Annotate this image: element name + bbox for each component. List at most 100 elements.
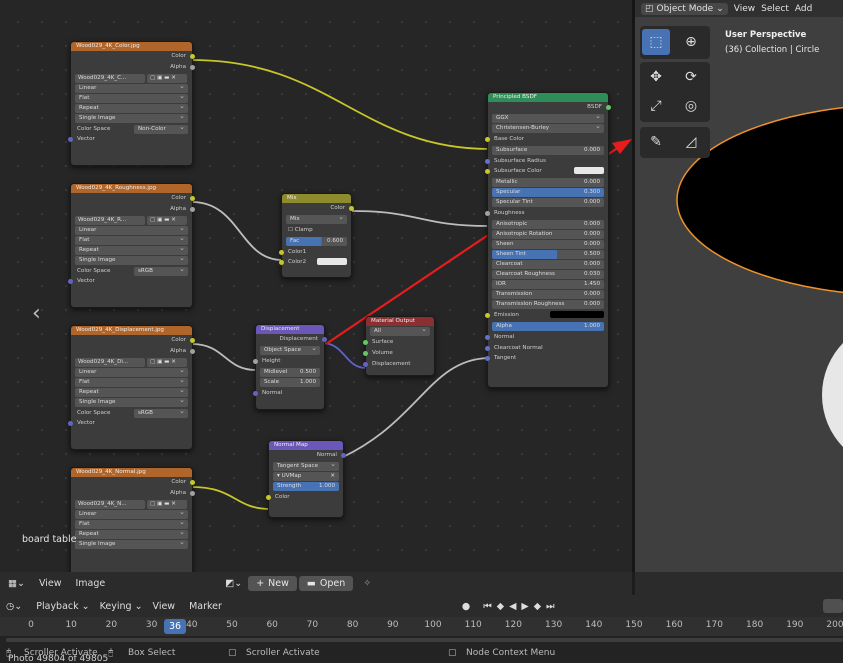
bsdf-input-tangent[interactable]: Tangent xyxy=(485,353,608,364)
color-space-row[interactable]: Color Space Non-Color xyxy=(71,124,192,135)
socket[interactable] xyxy=(190,338,195,343)
bsdf-input-normal[interactable]: Normal xyxy=(485,332,608,343)
new-image-button[interactable]: + New xyxy=(248,576,297,591)
select-box-tool-icon[interactable]: ⬚ xyxy=(642,29,670,55)
image-selector[interactable]: Wood029_4K_C... ▢ ▣ ▬ ✕ xyxy=(75,73,188,83)
menu-marker[interactable]: Marker xyxy=(189,601,222,612)
source-dropdown[interactable]: Single Image xyxy=(75,255,188,265)
node-editor[interactable]: Wood029_4K_Color.jpg Color Alpha Wood029… xyxy=(0,0,632,572)
image-texture-node-color[interactable]: Wood029_4K_Color.jpg Color Alpha Wood029… xyxy=(68,41,195,166)
menu-view[interactable]: View xyxy=(39,578,62,589)
socket[interactable] xyxy=(363,340,368,345)
mix-node[interactable]: Mix Color Mix ☐ Clamp Fac0.600 Color1 Co… xyxy=(279,193,354,278)
socket[interactable] xyxy=(279,260,284,266)
menu-view[interactable]: View xyxy=(153,601,176,612)
chevron-left-icon[interactable]: ‹ xyxy=(32,301,41,326)
socket[interactable] xyxy=(253,390,258,396)
color-space-row[interactable]: Color Space sRGB xyxy=(71,266,192,277)
bsdf-input-sheen[interactable]: Sheen 0.000 xyxy=(492,239,604,249)
timeline-scrollbar[interactable] xyxy=(6,638,843,642)
strength-field[interactable]: Strength 1.000 xyxy=(273,481,339,491)
source-dropdown[interactable]: Single Image xyxy=(75,113,188,123)
timeline-editor-icon[interactable]: ◷⌄ xyxy=(6,601,22,612)
playback-controls[interactable]: ● ⏮◆◀▶◆⏭ xyxy=(462,601,560,612)
socket[interactable] xyxy=(190,64,195,70)
extension-dropdown[interactable]: Repeat xyxy=(75,387,188,397)
distribution-dropdown[interactable]: GGX xyxy=(492,113,604,123)
interpolation-dropdown[interactable]: Linear xyxy=(75,367,188,377)
projection-dropdown[interactable]: Flat xyxy=(75,519,188,529)
bsdf-input-ior[interactable]: IOR 1.450 xyxy=(492,279,604,289)
socket[interactable] xyxy=(485,345,490,351)
socket[interactable] xyxy=(279,249,284,255)
fac-slider[interactable]: Fac 0.600 xyxy=(286,236,347,246)
bsdf-input-roughness[interactable]: Roughness xyxy=(485,208,608,219)
extension-dropdown[interactable]: Repeat xyxy=(75,529,188,539)
frame-field[interactable] xyxy=(823,599,843,613)
socket[interactable] xyxy=(322,337,327,342)
color-swatch[interactable] xyxy=(574,167,604,175)
interpolation-dropdown[interactable]: Linear xyxy=(75,225,188,235)
menu-view[interactable]: View xyxy=(734,4,755,14)
socket[interactable] xyxy=(190,490,195,496)
socket[interactable] xyxy=(485,312,490,318)
bsdf-input-subsurface-color[interactable]: Subsurface Color xyxy=(485,166,608,177)
socket[interactable] xyxy=(485,211,490,217)
image-browse-icon[interactable]: ◩⌄ xyxy=(225,578,242,589)
projection-dropdown[interactable]: Flat xyxy=(75,235,188,245)
projection-dropdown[interactable]: Flat xyxy=(75,93,188,103)
material-output-node[interactable]: Material Output All Surface Volume Displ… xyxy=(363,316,435,376)
menu-keying[interactable]: Keying ⌄ xyxy=(100,601,143,612)
normal-map-node[interactable]: Normal Map Normal Tangent Space ▾ UVMap✕… xyxy=(266,440,346,518)
principled-bsdf-node[interactable]: Principled BSDF BSDF GGX Christensen-Bur… xyxy=(485,92,611,388)
bsdf-input-emission[interactable]: Emission xyxy=(485,310,608,321)
bsdf-input-transmission[interactable]: Transmission 0.000 xyxy=(492,289,604,299)
bsdf-input-specular-tint[interactable]: Specular Tint 0.000 xyxy=(492,198,604,208)
extension-dropdown[interactable]: Repeat xyxy=(75,103,188,113)
scale-field[interactable]: Scale 1.000 xyxy=(260,377,320,387)
menu-select[interactable]: Select xyxy=(761,4,789,14)
rotate-tool-icon[interactable]: ⟳ xyxy=(677,64,705,90)
uv-map-field[interactable]: ▾ UVMap ✕ xyxy=(273,471,339,481)
bsdf-input-subsurface[interactable]: Subsurface 0.000 xyxy=(492,145,604,155)
bsdf-input-anisotropic[interactable]: Anisotropic 0.000 xyxy=(492,219,604,229)
source-dropdown[interactable]: Single Image xyxy=(75,397,188,407)
bsdf-input-alpha[interactable]: Alpha 1.000 xyxy=(492,321,604,331)
transform-tool-icon[interactable]: ◎ xyxy=(677,93,705,119)
socket[interactable] xyxy=(363,361,368,367)
subsurface-method-dropdown[interactable]: Christensen-Burley xyxy=(492,123,604,133)
extension-dropdown[interactable]: Repeat xyxy=(75,245,188,255)
bsdf-input-subsurface-radius[interactable]: Subsurface Radius xyxy=(485,156,608,167)
space-dropdown[interactable]: Tangent Space xyxy=(273,461,339,471)
socket[interactable] xyxy=(606,105,611,110)
mode-dropdown[interactable]: ◰ Object Mode ⌄ xyxy=(641,2,728,15)
midlevel-field[interactable]: Midlevel 0.500 xyxy=(260,367,320,377)
socket[interactable] xyxy=(253,358,258,364)
image-selector[interactable]: Wood029_4K_Di... ▢ ▣ ▬ ✕ xyxy=(75,357,188,367)
measure-tool-icon[interactable]: ◿ xyxy=(677,129,705,155)
socket[interactable] xyxy=(190,196,195,201)
socket[interactable] xyxy=(190,480,195,485)
socket[interactable] xyxy=(363,350,368,356)
socket[interactable] xyxy=(190,206,195,212)
bsdf-input-clearcoat[interactable]: Clearcoat 0.000 xyxy=(492,259,604,269)
menu-playback[interactable]: Playback ⌄ xyxy=(36,601,89,612)
socket[interactable] xyxy=(485,356,490,362)
socket[interactable] xyxy=(485,136,490,142)
socket[interactable] xyxy=(68,279,73,285)
cursor-tool-icon[interactable]: ⊕ xyxy=(677,29,705,55)
bsdf-input-metallic[interactable]: Metallic 0.000 xyxy=(492,178,604,188)
timeline-ruler[interactable]: 0 10 20 30 40 50 60 70 80 90 100 110 120 130 140 150 160… xyxy=(0,617,843,636)
editor-type-icon[interactable]: ▦⌄ xyxy=(8,578,25,589)
bsdf-input-anisotropic-rotation[interactable]: Anisotropic Rotation 0.000 xyxy=(492,229,604,239)
current-frame-indicator[interactable]: 36 xyxy=(164,619,186,634)
clamp-checkbox[interactable]: ☐ Clamp xyxy=(282,225,351,236)
blend-type-dropdown[interactable]: Mix xyxy=(286,214,347,224)
color-space-row[interactable]: Color Space sRGB xyxy=(71,408,192,419)
interpolation-dropdown[interactable]: Linear xyxy=(75,509,188,519)
move-tool-icon[interactable]: ✥ xyxy=(642,64,670,90)
socket[interactable] xyxy=(349,206,354,211)
source-dropdown[interactable]: Single Image xyxy=(75,539,188,549)
menu-image[interactable]: Image xyxy=(75,578,105,589)
socket[interactable] xyxy=(341,453,346,458)
